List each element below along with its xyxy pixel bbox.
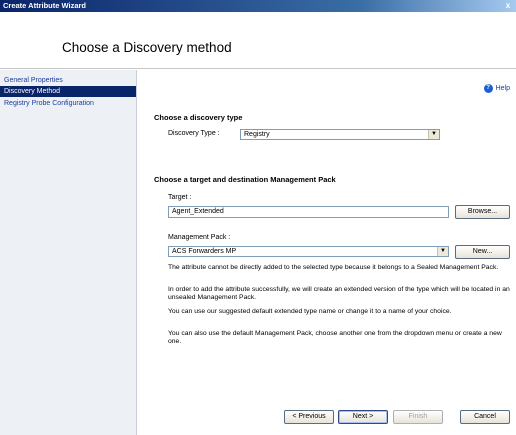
management-pack-select[interactable]: ACS Forwarders MP ▼: [168, 246, 449, 257]
info-paragraph-default-name: You can use our suggested default extend…: [168, 308, 452, 315]
window-title: Create Attribute Wizard: [3, 1, 86, 10]
sidebar-item-general-properties[interactable]: General Properties: [0, 75, 136, 86]
discovery-type-label: Discovery Type :: [168, 130, 220, 137]
help-link[interactable]: ? Help: [483, 84, 510, 93]
browse-button[interactable]: Browse...: [455, 205, 510, 219]
info-paragraph-sealed: The attribute cannot be directly added t…: [168, 264, 499, 271]
target-value: Agent_Extended: [172, 208, 224, 215]
previous-button[interactable]: < Previous: [284, 410, 334, 424]
wizard-content: ? Help Choose a discovery type Discovery…: [138, 70, 516, 435]
management-pack-label: Management Pack :: [168, 234, 231, 241]
help-label: Help: [495, 85, 510, 92]
info-paragraph-default-pack: You can also use the default Management …: [168, 330, 502, 345]
finish-button[interactable]: Finish: [393, 410, 443, 424]
discovery-type-value: Registry: [244, 131, 270, 138]
target-section-heading: Choose a target and destination Manageme…: [154, 175, 336, 184]
next-button[interactable]: Next >: [338, 410, 388, 424]
wizard-sidebar: General Properties Discovery Method Regi…: [0, 70, 137, 435]
chevron-down-icon: ▼: [437, 247, 448, 256]
sidebar-item-registry-probe-configuration[interactable]: Registry Probe Configuration: [0, 98, 136, 109]
wizard-header: Choose a Discovery method: [0, 12, 516, 69]
close-icon[interactable]: x: [503, 0, 513, 12]
info-paragraph-extended: In order to add the attribute successful…: [168, 286, 510, 301]
discovery-type-select[interactable]: Registry ▼: [240, 129, 440, 140]
help-icon: ?: [483, 84, 493, 93]
cancel-button[interactable]: Cancel: [460, 410, 510, 424]
window-titlebar: Create Attribute Wizard x: [0, 0, 516, 12]
new-management-pack-button[interactable]: New...: [455, 245, 510, 259]
chevron-down-icon: ▼: [428, 130, 439, 139]
page-title: Choose a Discovery method: [62, 40, 232, 55]
target-label: Target :: [168, 194, 192, 201]
sidebar-item-discovery-method[interactable]: Discovery Method: [0, 86, 136, 97]
target-field[interactable]: Agent_Extended: [168, 206, 449, 218]
management-pack-value: ACS Forwarders MP: [172, 248, 237, 255]
discovery-type-heading: Choose a discovery type: [154, 113, 243, 122]
